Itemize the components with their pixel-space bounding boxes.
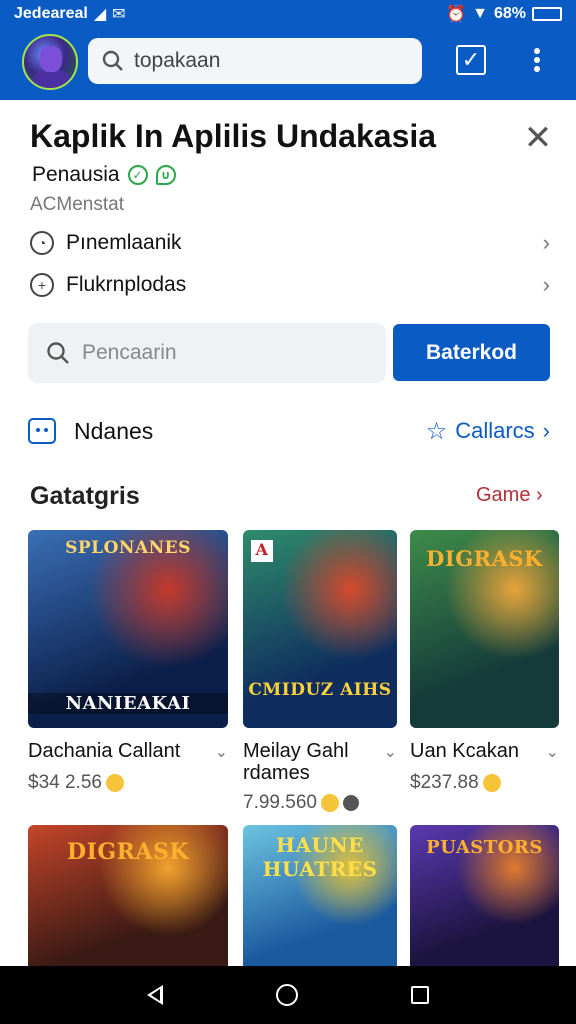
- game-thumbnail[interactable]: DIGRASK: [410, 530, 559, 728]
- wifi-icon: ▼: [472, 5, 488, 22]
- info-row-label: Flukrnplodas: [66, 273, 187, 296]
- card-price: $237.88: [410, 772, 559, 794]
- game-thumbnail[interactable]: A CMIDUZ AIHS: [243, 530, 397, 728]
- game-card[interactable]: A CMIDUZ AIHS Meilay Gahl rdames ⌄ 7.99.5…: [243, 530, 397, 814]
- collections-link[interactable]: ☆ Callarcs ›: [426, 417, 550, 446]
- message-icon: ✉: [112, 6, 126, 23]
- thumbnail-art-text: SPLONANES: [65, 538, 191, 558]
- primary-button[interactable]: Baterkod: [393, 324, 550, 381]
- battery-icon: [532, 7, 562, 21]
- names-row[interactable]: Ndanes ☆ Callarcs ›: [28, 412, 550, 450]
- chevron-down-icon[interactable]: ⌄: [384, 740, 397, 784]
- thumbnail-art-text: PUASTORS: [426, 837, 543, 858]
- robot-icon: [28, 418, 56, 444]
- game-card[interactable]: SPLONANES NANIEAKAI Dachania Callant ⌄ $3…: [28, 530, 228, 794]
- card-price: 7.99.560: [243, 792, 397, 814]
- names-label: Ndanes: [74, 417, 154, 444]
- game-card[interactable]: DIGRASK: [28, 825, 228, 966]
- card-title: Meilay Gahl rdames: [243, 740, 349, 784]
- checkbox-icon[interactable]: ✓: [456, 45, 486, 75]
- emoji-icon: [482, 774, 501, 792]
- recent-apps-icon[interactable]: [411, 986, 430, 1004]
- page-title: Kaplik In Aplilis Undakasia: [30, 118, 437, 154]
- card-title: Uan Kcakan: [410, 740, 519, 762]
- signal-icon: ◢: [93, 6, 107, 23]
- game-thumbnail[interactable]: HAUNE HUATRES: [243, 825, 397, 966]
- card-price-value: $34 2.56: [28, 772, 102, 793]
- emoji-icon: [320, 794, 339, 812]
- chevron-down-icon[interactable]: ⌄: [215, 740, 228, 764]
- close-icon[interactable]: ✕: [522, 121, 554, 155]
- search-icon: [47, 342, 69, 364]
- more-options-icon[interactable]: [526, 42, 548, 78]
- game-thumbnail[interactable]: SPLONANES NANIEAKAI: [28, 530, 228, 728]
- info-row-1[interactable]: ◔ Pınemlaanik ›: [30, 226, 550, 260]
- star-icon: ☆: [425, 417, 448, 445]
- card-price: $34 2.56: [28, 772, 228, 794]
- game-card[interactable]: HAUNE HUATRES: [243, 825, 397, 966]
- app-header: topakaan ✓: [0, 28, 576, 100]
- collections-label: Callarcs: [455, 418, 535, 443]
- system-nav-bar: [0, 966, 576, 1024]
- search-icon: [102, 50, 123, 71]
- search-placeholder: Pencaarin: [82, 341, 177, 364]
- thumbnail-art-subtitle: NANIEAKAI: [28, 693, 228, 714]
- thumbnail-art-text: CMIDUZ AIHS: [248, 680, 392, 700]
- section-link-label: Game: [476, 484, 531, 506]
- card-price-value: 7.99.560: [243, 792, 317, 813]
- battery-label: 68%: [493, 5, 526, 22]
- thumbnail-art-text: DIGRASK: [426, 546, 543, 571]
- chevron-right-icon: ›: [536, 484, 543, 506]
- section-title: Gatatgris: [30, 482, 140, 510]
- game-card[interactable]: PUASTORS: [410, 825, 559, 966]
- home-icon[interactable]: [275, 984, 298, 1006]
- search-input[interactable]: topakaan: [88, 38, 422, 84]
- thumbnail-art-text: DIGRASK: [66, 839, 190, 865]
- clock-icon: ◔: [30, 231, 54, 255]
- info-row-label: Pınemlaanik: [66, 231, 182, 254]
- search-placeholder: topakaan: [134, 49, 221, 72]
- back-icon[interactable]: [146, 985, 163, 1005]
- card-name: Meilay Gahl rdames ⌄: [243, 740, 397, 784]
- compass-icon: +: [30, 273, 54, 297]
- game-card[interactable]: DIGRASK Uan Kcakan ⌄ $237.88: [410, 530, 559, 794]
- thumbnail-art-text: HAUNE HUATRES: [262, 833, 378, 881]
- game-thumbnail[interactable]: PUASTORS: [410, 825, 559, 966]
- category-label: ACMenstat: [30, 194, 124, 215]
- card-price-value: $237.88: [410, 772, 479, 793]
- chevron-down-icon[interactable]: ⌄: [546, 740, 559, 764]
- card-name: Uan Kcakan ⌄: [410, 740, 559, 764]
- status-bar: Jedeareal ◢ ✉ ⏰ ▼ 68%: [0, 0, 576, 28]
- chevron-right-icon: ›: [542, 272, 550, 297]
- chevron-right-icon: ›: [542, 418, 550, 443]
- card-name: Dachania Callant ⌄: [28, 740, 228, 764]
- carrier-label: Jedeareal: [14, 5, 88, 22]
- info-row-2[interactable]: + Flukrnplodas ›: [30, 268, 550, 302]
- developer-name: Penausia: [32, 163, 120, 186]
- verified-icon: ✓: [127, 165, 148, 185]
- emoji-icon: [105, 774, 124, 792]
- leaf-icon: ∪: [155, 165, 176, 185]
- alarm-icon: ⏰: [446, 6, 467, 23]
- game-thumbnail[interactable]: DIGRASK: [28, 825, 228, 966]
- thumbnail-badge: A: [251, 540, 273, 562]
- avatar[interactable]: [22, 34, 78, 90]
- info-icon: [342, 795, 359, 811]
- section-link[interactable]: Game ›: [476, 484, 543, 507]
- search-field[interactable]: Pencaarin: [28, 323, 386, 383]
- card-title: Dachania Callant: [28, 740, 181, 762]
- chevron-right-icon: ›: [542, 230, 550, 255]
- developer-row[interactable]: Penausia ✓ ∪: [32, 163, 176, 187]
